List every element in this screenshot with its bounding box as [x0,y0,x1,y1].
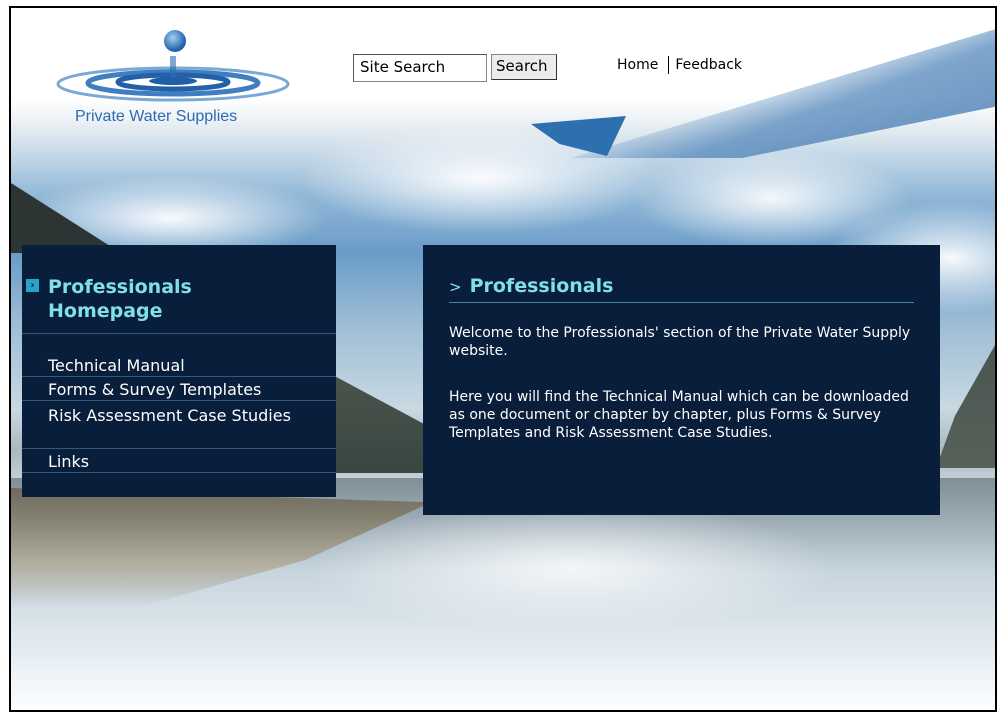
sidebar-item-technical-manual[interactable]: Technical Manual [22,353,336,377]
sidebar-home-label: Professionals Homepage [48,276,192,322]
divider [22,333,336,334]
page-title-text: Professionals [469,275,614,297]
main-content-panel: > Professionals Welcome to the Profession… [423,245,940,515]
arrow-bullet-icon: › [26,279,39,292]
top-navigation: Home Feedback [617,56,742,74]
page-frame: Private Water Supplies Site Search Searc… [9,6,997,712]
sidebar-list: Technical Manual Forms & Survey Template… [22,353,336,473]
logo-text: Private Water Supplies [75,108,238,125]
sidebar-item-forms-survey-templates[interactable]: Forms & Survey Templates [22,377,336,401]
title-divider [449,302,914,303]
water-drop-logo-icon [56,30,290,102]
sidebar-nav: › Professionals Homepage Technical Manua… [22,245,336,497]
site-search-input[interactable]: Site Search [353,54,487,82]
chevron-right-icon: > [449,278,462,296]
site-logo[interactable]: Private Water Supplies [53,26,303,136]
home-link[interactable]: Home [617,57,658,73]
feedback-link[interactable]: Feedback [675,57,742,73]
search-button[interactable]: Search [491,54,557,80]
intro-paragraph: Welcome to the Professionals' section of… [449,325,911,359]
description-paragraph: Here you will find the Technical Manual … [449,389,909,441]
page-title: > Professionals [449,275,613,297]
sidebar-item-risk-assessment-case-studies[interactable]: Risk Assessment Case Studies [22,401,336,449]
sidebar-item-links[interactable]: Links [22,449,336,473]
nav-divider [668,56,670,74]
